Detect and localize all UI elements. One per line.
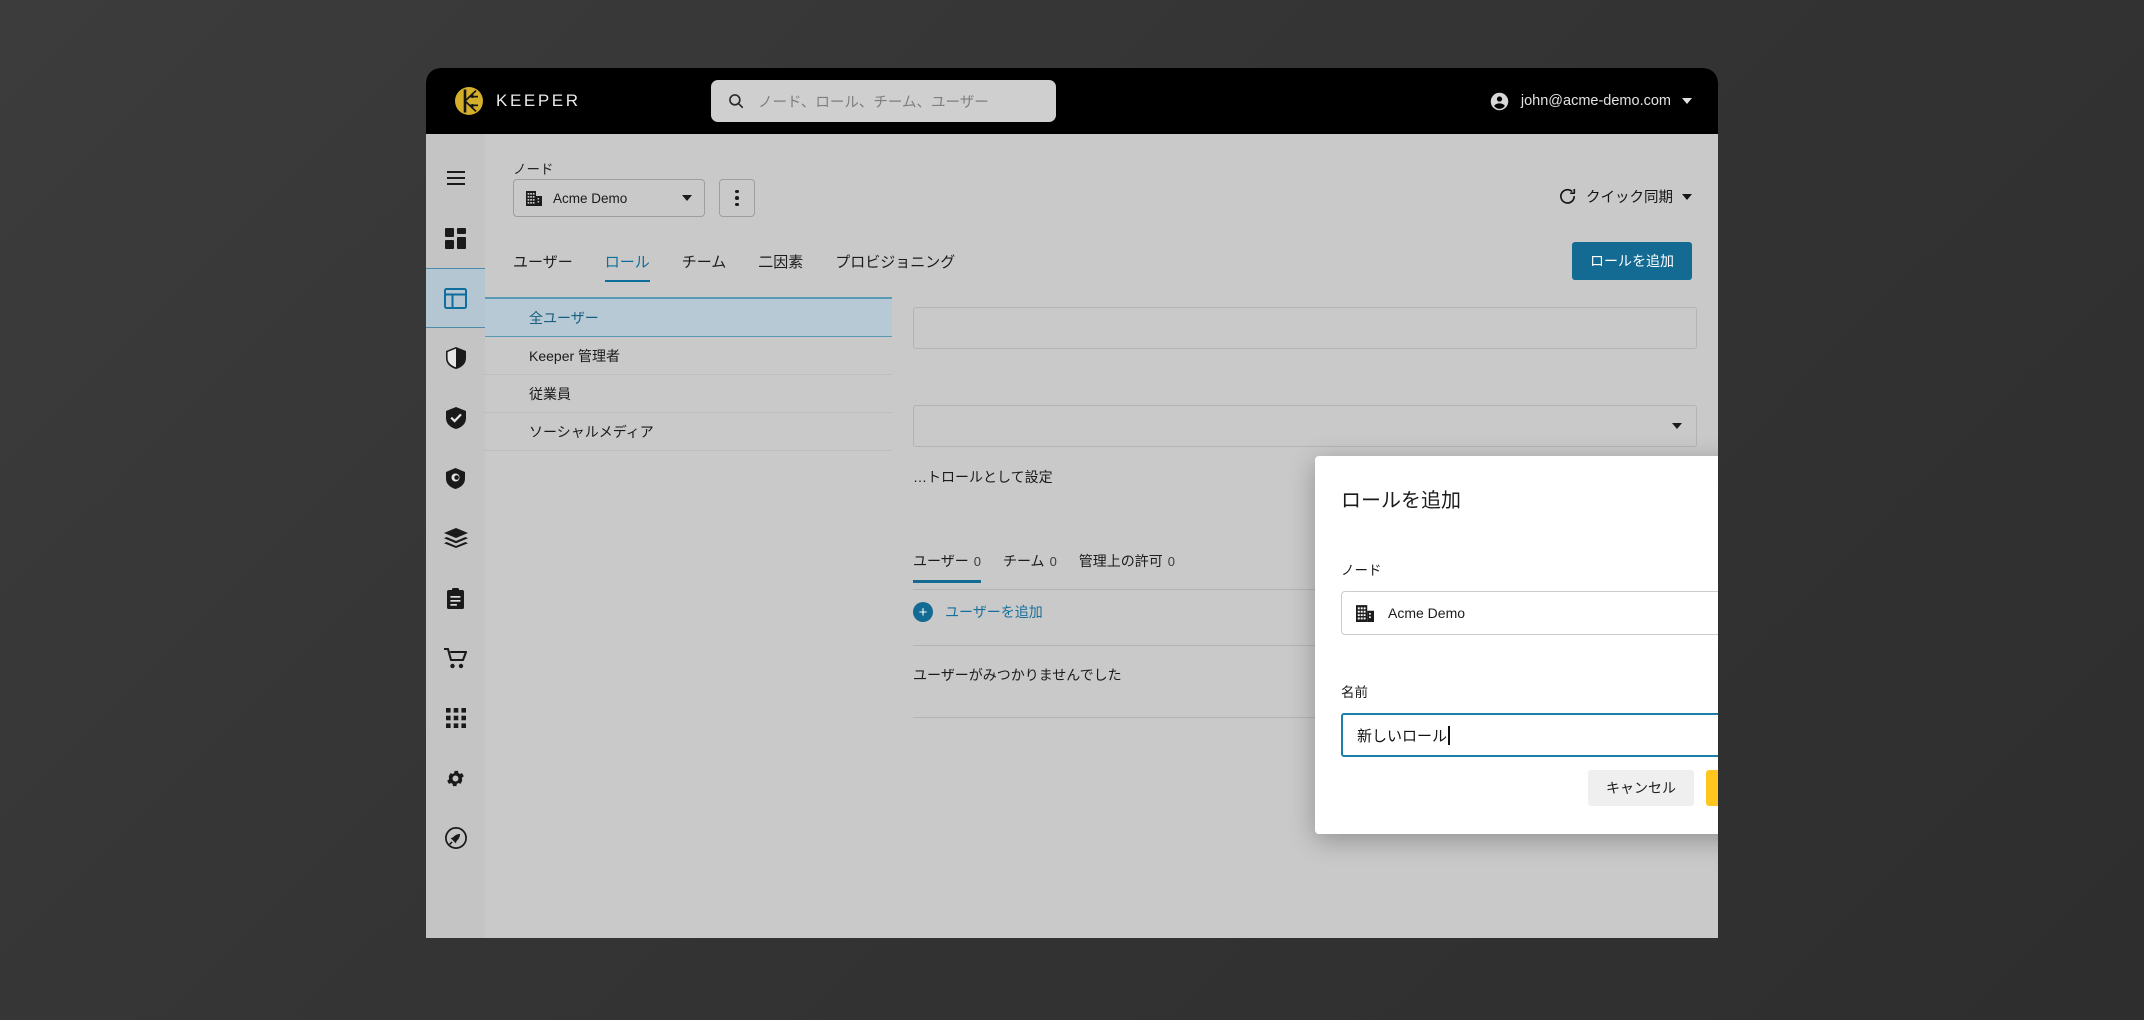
add-role-dialog: ロールを追加 ノード Acme Demo 名前 新しいロール キャンセル <box>1315 456 1718 834</box>
rocket-icon <box>444 827 467 849</box>
dialog-node-label: ノード <box>1341 563 1382 578</box>
shield-check-icon <box>445 407 466 429</box>
search-placeholder: ノード、ロール、チーム、ユーザー <box>758 94 989 111</box>
dialog-actions: キャンセル 追加 <box>1588 770 1718 806</box>
rail-item-reports[interactable] <box>426 568 485 628</box>
main-content: ノード Acme Demo クイック同期 ユーザー ロール チーム 二因素 プロ… <box>485 134 1718 938</box>
keeper-logo-icon <box>454 86 484 116</box>
rail-item-layers[interactable] <box>426 508 485 568</box>
modal-overlay: ロールを追加 ノード Acme Demo 名前 新しいロール キャンセル <box>485 134 1718 938</box>
shield-eye-icon <box>446 467 465 489</box>
shopping-cart-icon <box>444 647 467 669</box>
rail-item-settings[interactable] <box>426 748 485 808</box>
rail-item-marketplace[interactable] <box>426 628 485 688</box>
rail-item-risk[interactable] <box>426 448 485 508</box>
top-bar: KEEPER ノード、ロール、チーム、ユーザー john@acme-demo.c… <box>426 68 1718 134</box>
dialog-name-label: 名前 <box>1341 685 1368 700</box>
dialog-node-value: Acme Demo <box>1388 605 1466 621</box>
building-icon <box>1356 604 1374 622</box>
search-icon <box>727 92 745 110</box>
desktop-background: KEEPER ノード、ロール、チーム、ユーザー john@acme-demo.c… <box>0 0 2144 1020</box>
dashboard-grid-icon <box>445 227 466 249</box>
admin-panel-icon <box>444 287 467 309</box>
rail-item-menu[interactable] <box>426 148 485 208</box>
window-body: ノード Acme Demo クイック同期 ユーザー ロール チーム 二因素 プロ… <box>426 134 1718 938</box>
brand-name: KEEPER <box>496 91 581 110</box>
gear-icon <box>445 768 466 789</box>
dialog-name-value: 新しいロール <box>1357 727 1448 745</box>
text-cursor <box>1448 725 1450 745</box>
apps-grid-icon <box>445 708 466 728</box>
icon-rail <box>426 134 485 938</box>
rail-item-dashboard[interactable] <box>426 208 485 268</box>
rail-item-apps[interactable] <box>426 688 485 748</box>
dialog-node-select[interactable]: Acme Demo <box>1341 591 1718 635</box>
layers-icon <box>443 528 468 548</box>
account-menu[interactable]: john@acme-demo.com <box>1489 68 1692 134</box>
rail-item-launch[interactable] <box>426 808 485 868</box>
hamburger-menu-icon <box>446 170 466 186</box>
dialog-name-input[interactable]: 新しいロール <box>1341 713 1718 757</box>
rail-item-security-shield[interactable] <box>426 328 485 388</box>
account-circle-icon <box>1489 91 1510 112</box>
keeper-admin-window: KEEPER ノード、ロール、チーム、ユーザー john@acme-demo.c… <box>426 68 1718 938</box>
search-input[interactable]: ノード、ロール、チーム、ユーザー <box>711 80 1056 122</box>
rail-item-admin[interactable] <box>426 268 485 328</box>
cancel-button[interactable]: キャンセル <box>1588 770 1694 806</box>
chevron-down-icon <box>1682 98 1692 104</box>
brand-logo[interactable]: KEEPER <box>454 86 581 116</box>
rail-item-compliance[interactable] <box>426 388 485 448</box>
dialog-title: ロールを追加 <box>1341 490 1461 512</box>
shield-half-icon <box>445 347 466 369</box>
account-email: john@acme-demo.com <box>1520 93 1671 109</box>
clipboard-icon <box>447 587 464 609</box>
submit-add-button[interactable]: 追加 <box>1706 770 1718 806</box>
